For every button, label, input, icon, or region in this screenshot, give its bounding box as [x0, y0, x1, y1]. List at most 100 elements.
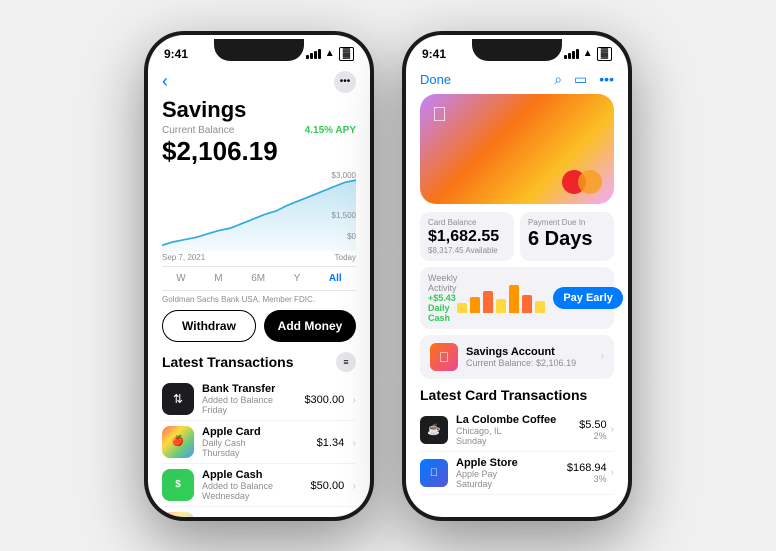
transaction-2-sub1: Daily Cash — [202, 438, 317, 448]
transaction-1-sub2: Friday — [202, 405, 304, 415]
transaction-4[interactable]: 🍎 Apple Card $6.27 — [162, 507, 356, 517]
more-button-left[interactable]: ••• — [334, 71, 356, 93]
savings-chevron: › — [601, 351, 604, 362]
savings-chart: $3,000 $1,500 $0 — [162, 171, 356, 251]
time-range-selector: W M 6M Y All — [162, 266, 356, 291]
battery-icon-right: ▓ — [597, 47, 612, 61]
bar-4 — [496, 299, 506, 313]
add-money-button[interactable]: Add Money — [264, 310, 356, 342]
time-btn-all[interactable]: All — [325, 271, 346, 286]
payment-due-box: Payment Due In 6 Days — [520, 212, 614, 261]
header-icons-right: ⌕ ▭ ••• — [554, 71, 614, 88]
time-btn-m[interactable]: M — [210, 271, 226, 286]
apy-badge: 4.15% APY — [305, 125, 356, 136]
apple-card-visual:  — [420, 94, 614, 204]
card-info-row: Card Balance $1,682.55 $8,317.45 Availab… — [420, 212, 614, 261]
chart-bot-label: $0 — [347, 232, 356, 241]
card-balance-box: Card Balance $1,682.55 $8,317.45 Availab… — [420, 212, 514, 261]
wallet-icon[interactable]: ▭ — [574, 71, 587, 88]
weekly-bars — [457, 283, 545, 313]
withdraw-button[interactable]: Withdraw — [162, 310, 256, 342]
transaction-3-amount: $50.00 — [311, 480, 345, 492]
bar-5 — [509, 285, 519, 313]
time-btn-y[interactable]: Y — [290, 271, 305, 286]
battery-icon-left: ▓ — [339, 47, 354, 61]
payment-due-value: 6 Days — [528, 228, 606, 251]
transaction-1-name: Bank Transfer — [202, 383, 304, 395]
transaction-2-name: Apple Card — [202, 426, 317, 438]
card-transaction-2-details: Apple Store Apple Pay Saturday — [456, 457, 567, 489]
more-button-right[interactable]: ••• — [599, 71, 614, 87]
transaction-1[interactable]: ⇅ Bank Transfer Added to Balance Friday … — [162, 378, 356, 421]
card-transaction-2-cashback: 3% — [567, 474, 607, 484]
savings-account-sub: Current Balance: $2,106.19 — [466, 358, 597, 368]
signal-icon-right — [564, 49, 579, 59]
chart-dates: Sep 7, 2021 Today — [162, 253, 356, 262]
transaction-2-sub2: Thursday — [202, 448, 317, 458]
back-button[interactable]: ‹ — [162, 71, 168, 92]
bank-transfer-icon: ⇅ — [162, 383, 194, 415]
chart-date-start: Sep 7, 2021 — [162, 253, 205, 262]
apple-card-icon-2: 🍎 — [162, 512, 194, 517]
bar-7 — [535, 301, 545, 313]
search-icon[interactable]: ⌕ — [554, 71, 562, 88]
card-balance-label: Card Balance — [428, 218, 506, 227]
card-transaction-2-chevron: › — [611, 467, 614, 478]
card-transaction-1-sub2: Sunday — [456, 436, 579, 446]
transaction-2[interactable]: 🍎 Apple Card Daily Cash Thursday $1.34 › — [162, 421, 356, 464]
card-transaction-2[interactable]:  Apple Store Apple Pay Saturday $168.94… — [420, 452, 614, 495]
apple-cash-icon: $ — [162, 469, 194, 501]
mc-circle-right — [578, 170, 602, 194]
bar-1 — [457, 303, 467, 313]
chart-top-label: $3,000 — [332, 171, 356, 180]
card-transaction-2-sub1: Apple Pay — [456, 469, 567, 479]
signal-icon-left — [306, 49, 321, 59]
notch-right — [472, 39, 562, 61]
savings-account-name: Savings Account — [466, 346, 597, 358]
transactions-header: Latest Transactions ≡ — [162, 352, 356, 372]
card-balance-amount: $1,682.55 — [428, 228, 506, 246]
done-button[interactable]: Done — [420, 72, 451, 87]
notch — [214, 39, 304, 61]
time-left: 9:41 — [164, 47, 188, 61]
pay-early-button[interactable]: Pay Early — [553, 287, 623, 309]
card-transactions-header: Latest Card Transactions — [420, 387, 614, 403]
wifi-icon-right: ▲ — [583, 48, 593, 59]
card-transaction-1[interactable]: ☕ La Colombe Coffee Chicago, IL Sunday $… — [420, 409, 614, 452]
time-btn-6m[interactable]: 6M — [247, 271, 269, 286]
bar-2 — [470, 297, 480, 313]
card-transaction-1-name: La Colombe Coffee — [456, 414, 579, 426]
weekly-activity: Weekly Activity +$5.43 Daily Cash Pay Ea… — [420, 267, 614, 329]
transaction-2-amount: $1.34 — [317, 437, 345, 449]
payment-due-label: Payment Due In — [528, 218, 606, 227]
savings-title: Savings — [162, 97, 356, 123]
balance-amount: $2,106.19 — [162, 136, 356, 167]
transaction-3-chevron: › — [353, 481, 356, 492]
card-transaction-1-details: La Colombe Coffee Chicago, IL Sunday — [456, 414, 579, 446]
savings-account-row[interactable]:  Savings Account Current Balance: $2,10… — [420, 335, 614, 379]
transaction-1-amount: $300.00 — [304, 394, 344, 406]
transactions-title: Latest Transactions — [162, 354, 294, 370]
card-transaction-2-sub2: Saturday — [456, 479, 567, 489]
time-right: 9:41 — [422, 47, 446, 61]
left-phone: 9:41 ▲ ▓ ‹ ••• Savings Current Balanc — [144, 31, 374, 521]
transaction-3-details: Apple Cash Added to Balance Wednesday — [202, 469, 311, 501]
transaction-1-details: Bank Transfer Added to Balance Friday — [202, 383, 304, 415]
card-available: $8,317.45 Available — [428, 246, 506, 255]
transaction-1-sub1: Added to Balance — [202, 395, 304, 405]
transaction-1-chevron: › — [353, 395, 356, 406]
transaction-3[interactable]: $ Apple Cash Added to Balance Wednesday … — [162, 464, 356, 507]
status-icons-right: ▲ ▓ — [564, 47, 612, 61]
transaction-3-sub1: Added to Balance — [202, 481, 311, 491]
card-transaction-1-cashback: 2% — [579, 431, 607, 441]
wifi-icon-left: ▲ — [325, 48, 335, 59]
colombe-icon: ☕ — [420, 416, 448, 444]
time-btn-w[interactable]: W — [172, 271, 189, 286]
weekly-cash: +$5.43 Daily Cash — [428, 293, 457, 323]
card-header: Done ⌕ ▭ ••• — [420, 65, 614, 88]
card-transaction-2-amount: $168.94 — [567, 462, 607, 474]
action-buttons: Withdraw Add Money — [162, 310, 356, 342]
filter-icon[interactable]: ≡ — [336, 352, 356, 372]
apple-logo-on-card:  — [432, 104, 447, 127]
right-phone: 9:41 ▲ ▓ Done ⌕ ▭ ••• — [402, 31, 632, 521]
